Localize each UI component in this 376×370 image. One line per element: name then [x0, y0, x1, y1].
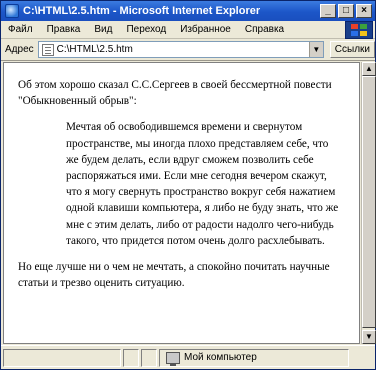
- links-button[interactable]: Ссылки: [329, 41, 375, 58]
- page-icon: [41, 43, 54, 56]
- ie-logo-icon: [5, 4, 19, 18]
- document-body: Об этом хорошо сказал С.С.Сергеев в свое…: [4, 63, 359, 301]
- menu-bar: Файл Правка Вид Переход Избранное Справк…: [1, 21, 375, 39]
- page-content: Об этом хорошо сказал С.С.Сергеев в свое…: [3, 62, 360, 344]
- menu-favorites[interactable]: Избранное: [173, 24, 238, 35]
- windows-logo-icon: [345, 21, 373, 39]
- status-text-segment: [3, 348, 121, 367]
- closing-paragraph: Но еще лучше ни о чем не мечтать, а спок…: [18, 261, 330, 290]
- vertical-scrollbar[interactable]: ▲ ▼: [361, 62, 376, 344]
- maximize-button[interactable]: □: [338, 4, 354, 18]
- close-button[interactable]: ×: [356, 4, 372, 18]
- scroll-up-button[interactable]: ▲: [362, 62, 376, 76]
- minimize-button[interactable]: _: [320, 4, 336, 18]
- menu-go[interactable]: Переход: [119, 24, 173, 35]
- zone-label: Мой компьютер: [184, 352, 257, 363]
- scroll-down-button[interactable]: ▼: [362, 330, 376, 344]
- status-bar: Мой компьютер: [1, 345, 375, 369]
- scroll-thumb[interactable]: [362, 76, 376, 328]
- address-bar: Адрес C:\HTML\2.5.htm ▼ Ссылки: [1, 39, 375, 61]
- intro-paragraph: Об этом хорошо сказал С.С.Сергеев в свое…: [18, 79, 332, 108]
- menu-help[interactable]: Справка: [238, 24, 291, 35]
- computer-icon: [166, 351, 180, 366]
- status-small-segment-1: [123, 348, 139, 367]
- address-label: Адрес: [5, 44, 34, 55]
- menu-view[interactable]: Вид: [87, 24, 119, 35]
- status-small-segment-2: [141, 348, 157, 367]
- menu-edit[interactable]: Правка: [40, 24, 88, 35]
- window-title: C:\HTML\2.5.htm - Microsoft Internet Exp…: [23, 5, 261, 17]
- address-dropdown-button[interactable]: ▼: [308, 42, 323, 57]
- address-input[interactable]: C:\HTML\2.5.htm ▼: [37, 41, 324, 58]
- window-controls: _ □ ×: [320, 4, 372, 18]
- title-bar[interactable]: C:\HTML\2.5.htm - Microsoft Internet Exp…: [1, 1, 375, 21]
- quote-block: Мечтая об освободившемся времени и сверн…: [66, 121, 339, 247]
- address-value[interactable]: C:\HTML\2.5.htm: [57, 44, 133, 55]
- menu-file[interactable]: Файл: [1, 24, 40, 35]
- browser-window: C:\HTML\2.5.htm - Microsoft Internet Exp…: [0, 0, 376, 370]
- security-zone: Мой компьютер: [159, 348, 349, 367]
